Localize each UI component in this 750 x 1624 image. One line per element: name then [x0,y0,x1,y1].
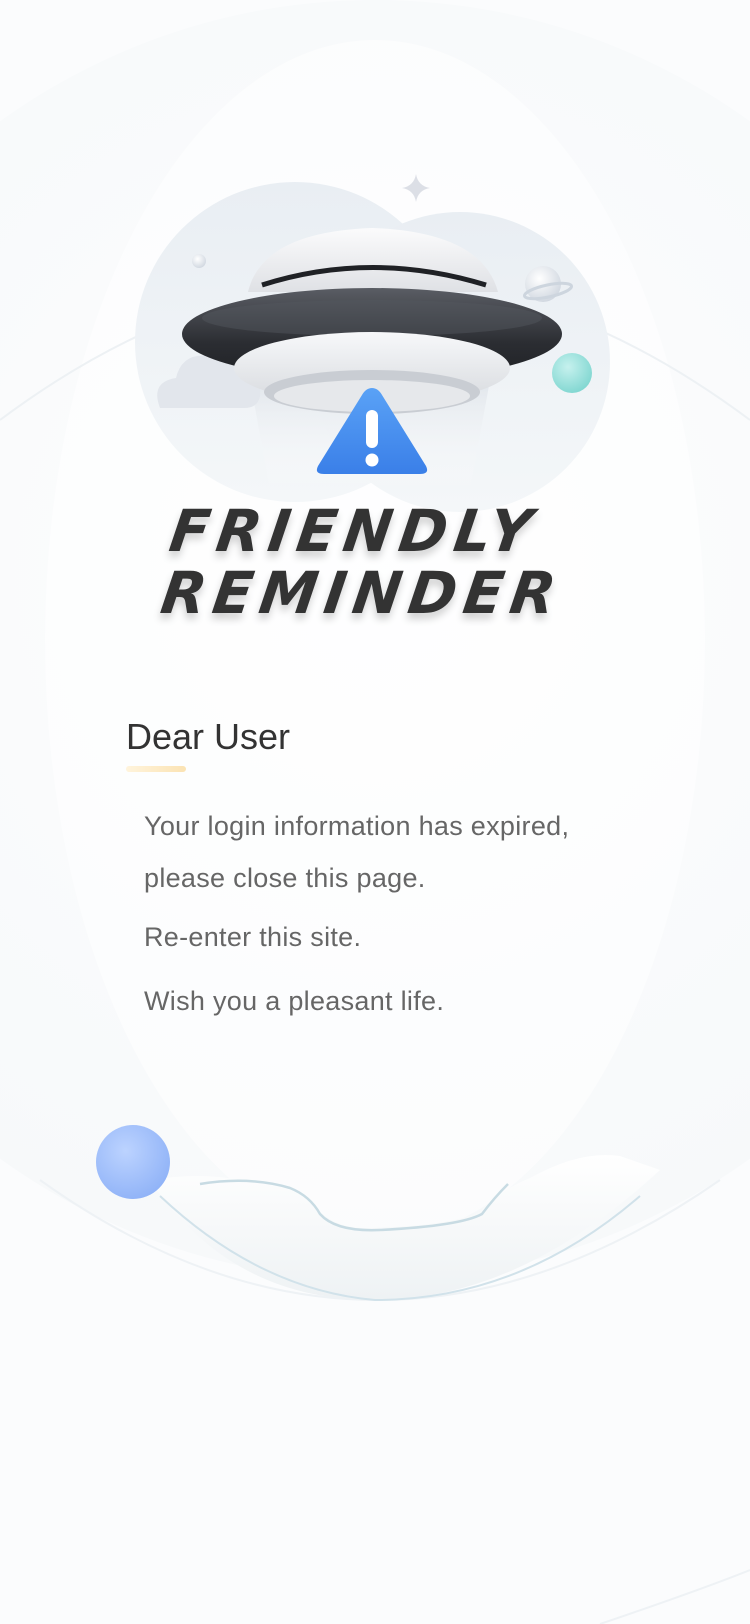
sparkle-icon [402,174,430,202]
greeting-underline [126,766,186,772]
bottom-decoration [96,1125,660,1302]
bubble-icon [552,353,592,393]
page-title: FRIENDLY REMINDER [156,497,614,627]
message-line-3: Re-enter this site. [144,922,362,952]
message-line-4: Wish you a pleasant life. [144,986,445,1016]
message-line-2: please close this page. [144,863,426,893]
ufo-illustration [135,174,610,512]
title-line-1: FRIENDLY [165,497,544,565]
title-line-2: REMINDER [156,559,567,627]
blue-bubble-icon [96,1125,170,1199]
message-line-1: Your login information has expired, [144,811,570,841]
greeting-heading: Dear User [126,716,291,757]
